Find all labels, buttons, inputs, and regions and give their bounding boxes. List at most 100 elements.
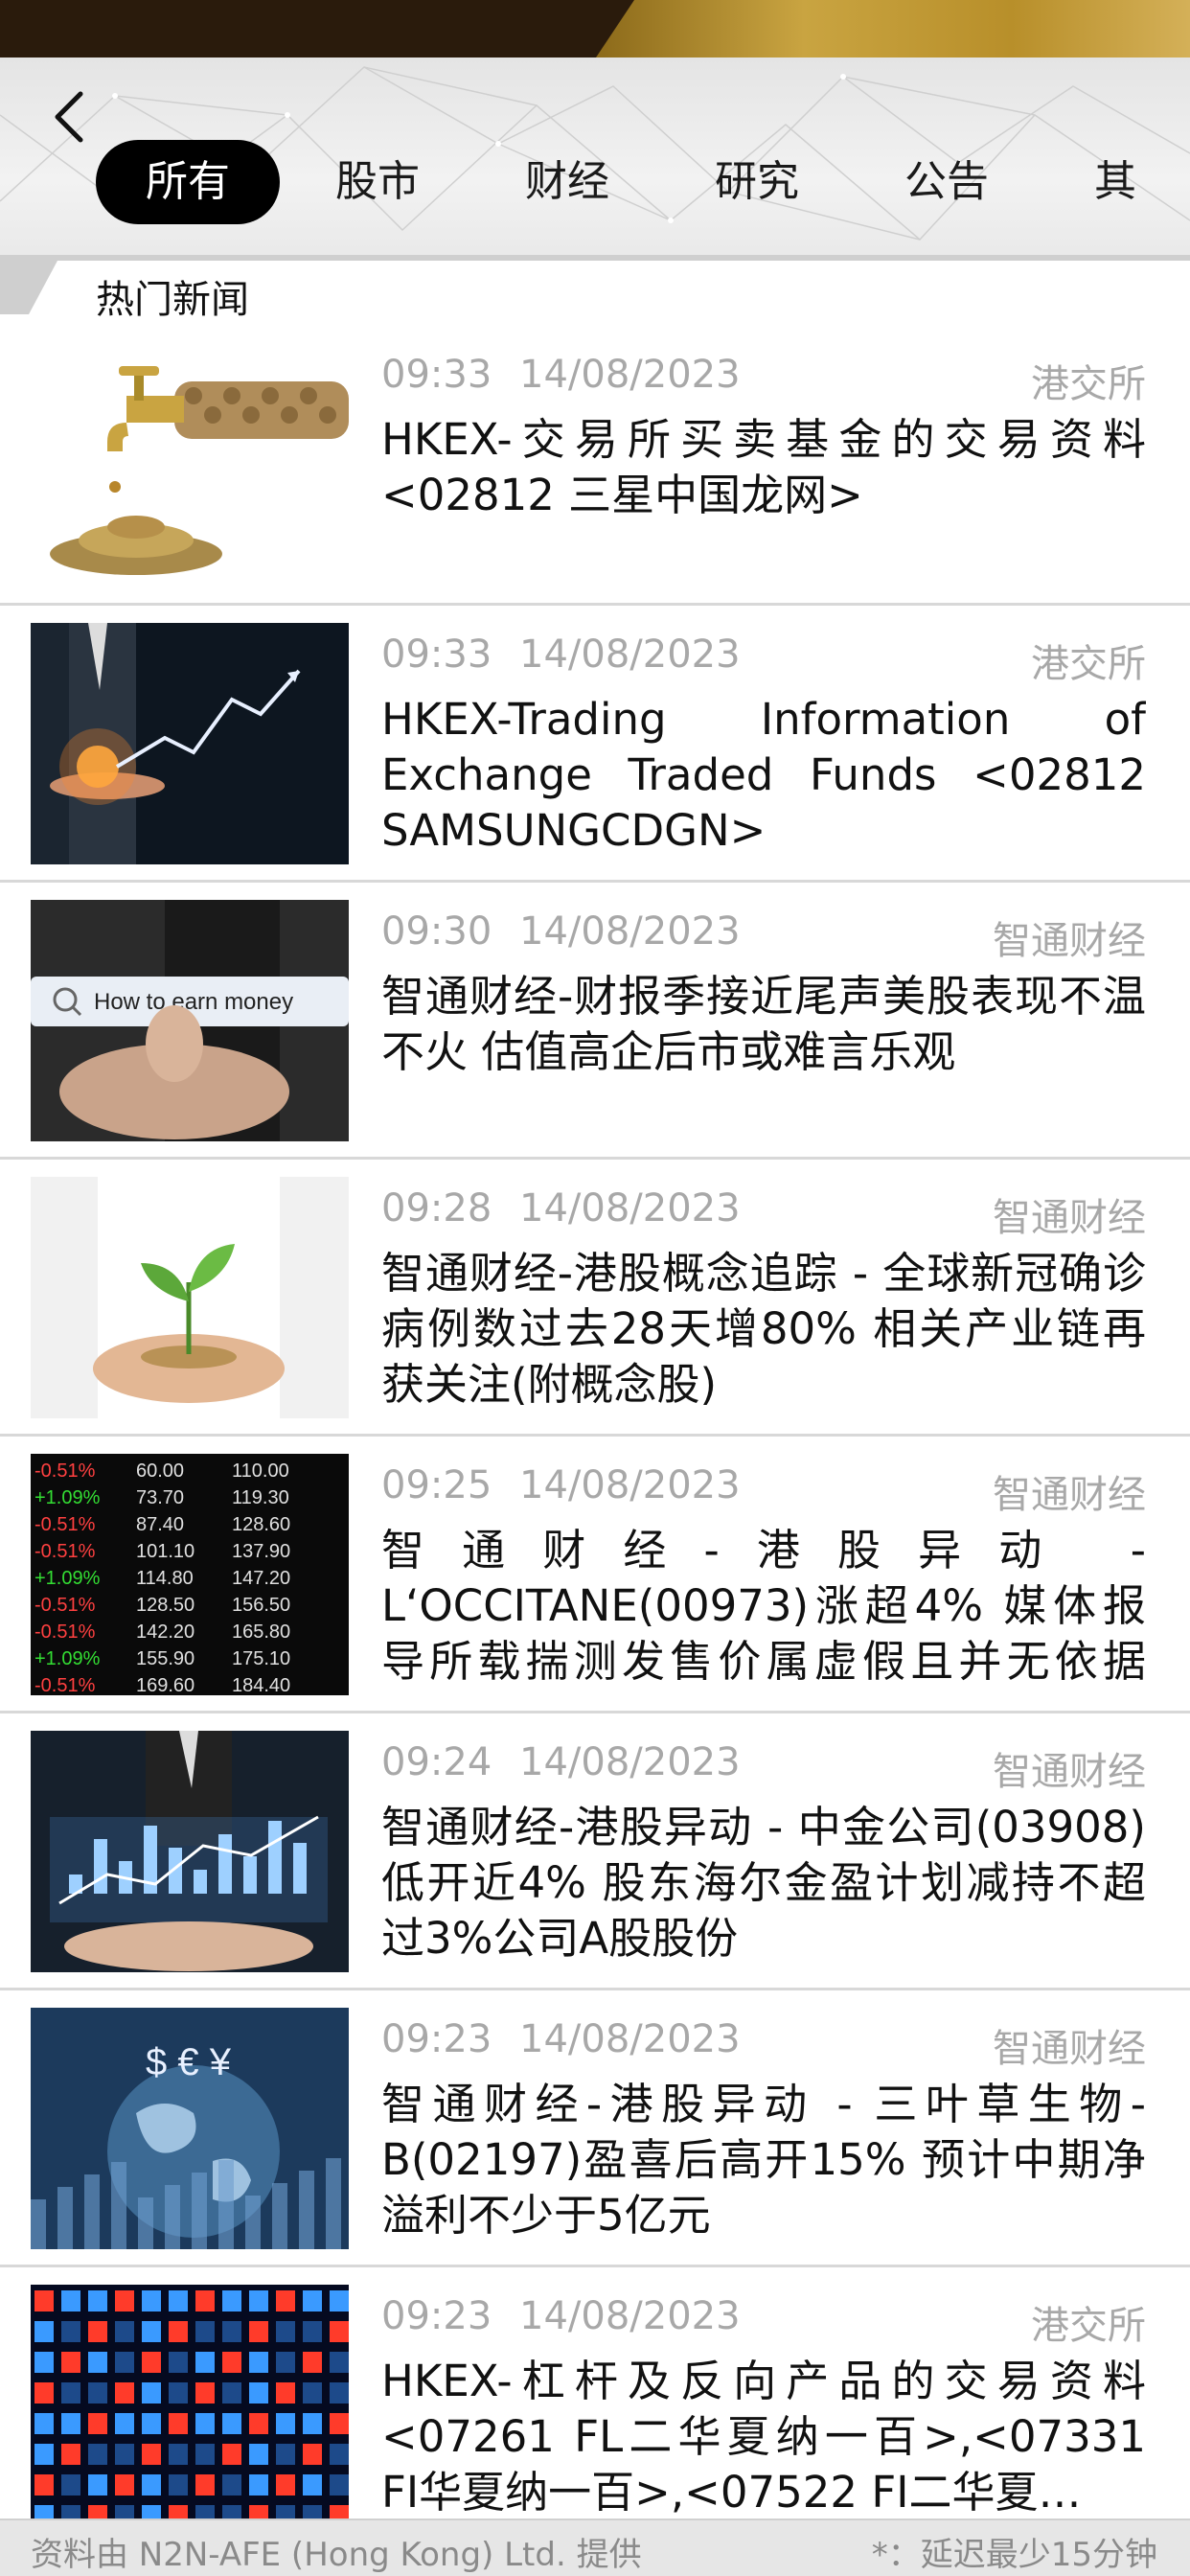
tab-5[interactable]: 其 xyxy=(1044,140,1186,224)
news-source: 智通财经 xyxy=(993,1196,1146,1240)
gold-banner-stripe xyxy=(596,0,1190,58)
category-tabs: 所有 股市 财经 研究 公告其 xyxy=(96,140,1186,224)
news-meta: 09:23 14/08/2023 智通财经 xyxy=(381,2017,1146,2071)
news-title[interactable]: HKEX-Trading Information of Exchange Tra… xyxy=(381,692,1146,859)
tab-1[interactable]: 股市 xyxy=(286,140,469,224)
svg-text:175.10: 175.10 xyxy=(232,1648,290,1669)
data-provider-note: 资料由 N2N-AFE (Hong Kong) Ltd. 提供 xyxy=(31,2536,642,2574)
svg-text:128.60: 128.60 xyxy=(232,1514,290,1535)
svg-text:142.20: 142.20 xyxy=(136,1622,195,1643)
news-date: 14/08/2023 xyxy=(519,1740,741,1784)
news-time: 09:25 xyxy=(381,1463,492,1507)
top-status-bar xyxy=(0,0,1190,58)
globe-currency-icon: $ € ¥ xyxy=(31,2008,349,2249)
businessman-chart-icon xyxy=(31,623,349,864)
news-title[interactable]: 智通财经-港股异动 - 三叶草生物-B(02197)盈喜后高开15% 预计中期净… xyxy=(381,2077,1146,2243)
news-title[interactable]: 智通财经-财报季接近尾声美股表现不温不火 估值高企后市或难言乐观 xyxy=(381,969,1146,1080)
news-source: 港交所 xyxy=(1031,362,1146,406)
news-title[interactable]: 智通财经-港股异动 - 中金公司(03908)低开近4% 股东海尔金盈计划减持不… xyxy=(381,1800,1146,1966)
news-thumbnail xyxy=(31,1731,349,1972)
news-item[interactable]: 09:28 14/08/2023 智通财经 智通财经-港股概念追踪 - 全球新冠… xyxy=(0,1160,1190,1437)
news-thumbnail xyxy=(31,2285,349,2526)
section-corner-marker xyxy=(0,261,57,314)
news-thumbnail xyxy=(31,343,349,585)
news-source: 智通财经 xyxy=(993,1473,1146,1517)
svg-text:-0.51%: -0.51% xyxy=(34,1514,96,1535)
svg-text:-0.51%: -0.51% xyxy=(34,1675,96,1695)
news-item[interactable]: How to earn money 09:30 14/08/2023 智通财经 … xyxy=(0,883,1190,1160)
svg-text:+1.09%: +1.09% xyxy=(34,1568,101,1589)
news-meta: 09:24 14/08/2023 智通财经 xyxy=(381,1740,1146,1794)
news-date: 14/08/2023 xyxy=(519,2017,741,2061)
svg-text:128.50: 128.50 xyxy=(136,1595,195,1616)
news-item[interactable]: -0.51% 60.00 110.00 +1.09% 73.70 119.30 -0.51%… xyxy=(0,1437,1190,1714)
tab-3[interactable]: 研究 xyxy=(665,140,849,224)
news-date: 14/08/2023 xyxy=(519,2294,741,2338)
news-list: 09:33 14/08/2023 港交所 HKEX-交易所买卖基金的交易资料<0… xyxy=(0,326,1190,2544)
svg-text:How to earn money: How to earn money xyxy=(94,989,293,1015)
news-title[interactable]: 智通财经-港股概念追踪 - 全球新冠确诊病例数过去28天增80% 相关产业链再获… xyxy=(381,1246,1146,1413)
delay-note: *：延迟最少15分钟 xyxy=(871,2536,1157,2574)
news-meta: 09:33 14/08/2023 港交所 xyxy=(381,353,1146,406)
svg-text:155.90: 155.90 xyxy=(136,1648,195,1669)
svg-text:-0.51%: -0.51% xyxy=(34,1622,96,1643)
news-thumbnail: $ € ¥ xyxy=(31,2008,349,2249)
news-time: 09:33 xyxy=(381,353,492,397)
stock-board-icon: -0.51% 60.00 110.00 +1.09% 73.70 119.30 -0.51%… xyxy=(31,1454,349,1695)
section-header: 热门新闻 xyxy=(0,261,1190,326)
news-date: 14/08/2023 xyxy=(519,353,741,397)
svg-text:$ € ¥: $ € ¥ xyxy=(146,2041,232,2083)
news-item[interactable]: 09:33 14/08/2023 港交所 HKEX-交易所买卖基金的交易资料<0… xyxy=(0,326,1190,606)
svg-text:+1.09%: +1.09% xyxy=(34,1487,101,1508)
news-thumbnail: How to earn money xyxy=(31,900,349,1141)
header: 所有 股市 财经 研究 公告其 xyxy=(0,58,1190,261)
news-meta: 09:30 14/08/2023 智通财经 xyxy=(381,909,1146,963)
news-thumbnail xyxy=(31,1177,349,1418)
svg-text:119.30: 119.30 xyxy=(232,1487,289,1508)
led-ticker-icon xyxy=(31,2285,349,2526)
news-meta: 09:23 14/08/2023 港交所 xyxy=(381,2294,1146,2348)
news-title[interactable]: HKEX-交易所买卖基金的交易资料<02812 三星中国龙网> xyxy=(381,412,1146,523)
svg-text:110.00: 110.00 xyxy=(232,1460,289,1482)
svg-text:73.70: 73.70 xyxy=(136,1487,184,1508)
svg-text:165.80: 165.80 xyxy=(232,1622,290,1643)
news-time: 09:30 xyxy=(381,909,492,954)
news-item[interactable]: 09:24 14/08/2023 智通财经 智通财经-港股异动 - 中金公司(0… xyxy=(0,1714,1190,1990)
svg-text:-0.51%: -0.51% xyxy=(34,1460,96,1482)
news-source: 智通财经 xyxy=(993,1750,1146,1794)
news-item[interactable]: $ € ¥ 09:23 14/08/2023 智通财经 智通财经-港股异动 - … xyxy=(0,1990,1190,2267)
svg-text:169.60: 169.60 xyxy=(136,1675,195,1695)
tab-0[interactable]: 所有 xyxy=(96,140,280,224)
news-time: 09:23 xyxy=(381,2294,492,2338)
news-meta: 09:33 14/08/2023 港交所 xyxy=(381,632,1146,686)
news-meta: 09:25 14/08/2023 智通财经 xyxy=(381,1463,1146,1517)
news-date: 14/08/2023 xyxy=(519,632,741,677)
news-time: 09:28 xyxy=(381,1186,492,1230)
news-title[interactable]: HKEX-杠杆及反向产品的交易资料<07261 FL二华夏纳一百>,<07331… xyxy=(381,2354,1146,2520)
news-time: 09:23 xyxy=(381,2017,492,2061)
tab-4[interactable]: 公告 xyxy=(855,140,1039,224)
hands-chart-icon xyxy=(31,1731,349,1972)
news-meta: 09:28 14/08/2023 智通财经 xyxy=(381,1186,1146,1240)
news-title[interactable]: 智通财经-港股异动 - L‘OCCITANE(00973)涨超4% 媒体报导所载… xyxy=(381,1523,1146,1690)
news-date: 14/08/2023 xyxy=(519,1186,741,1230)
back-button[interactable] xyxy=(38,86,100,148)
news-source: 智通财经 xyxy=(993,2027,1146,2071)
svg-text:114.80: 114.80 xyxy=(136,1568,194,1589)
svg-text:-0.51%: -0.51% xyxy=(34,1595,96,1616)
news-source: 港交所 xyxy=(1031,2304,1146,2348)
svg-text:87.40: 87.40 xyxy=(136,1514,184,1535)
news-thumbnail: -0.51% 60.00 110.00 +1.09% 73.70 119.30 -0.51%… xyxy=(31,1454,349,1695)
news-date: 14/08/2023 xyxy=(519,909,741,954)
news-source: 港交所 xyxy=(1031,642,1146,686)
svg-text:147.20: 147.20 xyxy=(232,1568,290,1589)
faucet-coins-icon xyxy=(31,343,349,585)
news-item[interactable]: 09:23 14/08/2023 港交所 HKEX-杠杆及反向产品的交易资料<0… xyxy=(0,2267,1190,2544)
tab-2[interactable]: 财经 xyxy=(475,140,659,224)
plant-coins-icon xyxy=(31,1177,349,1418)
news-time: 09:33 xyxy=(381,632,492,677)
news-thumbnail xyxy=(31,623,349,864)
svg-text:156.50: 156.50 xyxy=(232,1595,290,1616)
footer: 资料由 N2N-AFE (Hong Kong) Ltd. 提供 *：延迟最少15… xyxy=(0,2518,1190,2576)
news-item[interactable]: 09:33 14/08/2023 港交所 HKEX-Trading Inform… xyxy=(0,606,1190,883)
